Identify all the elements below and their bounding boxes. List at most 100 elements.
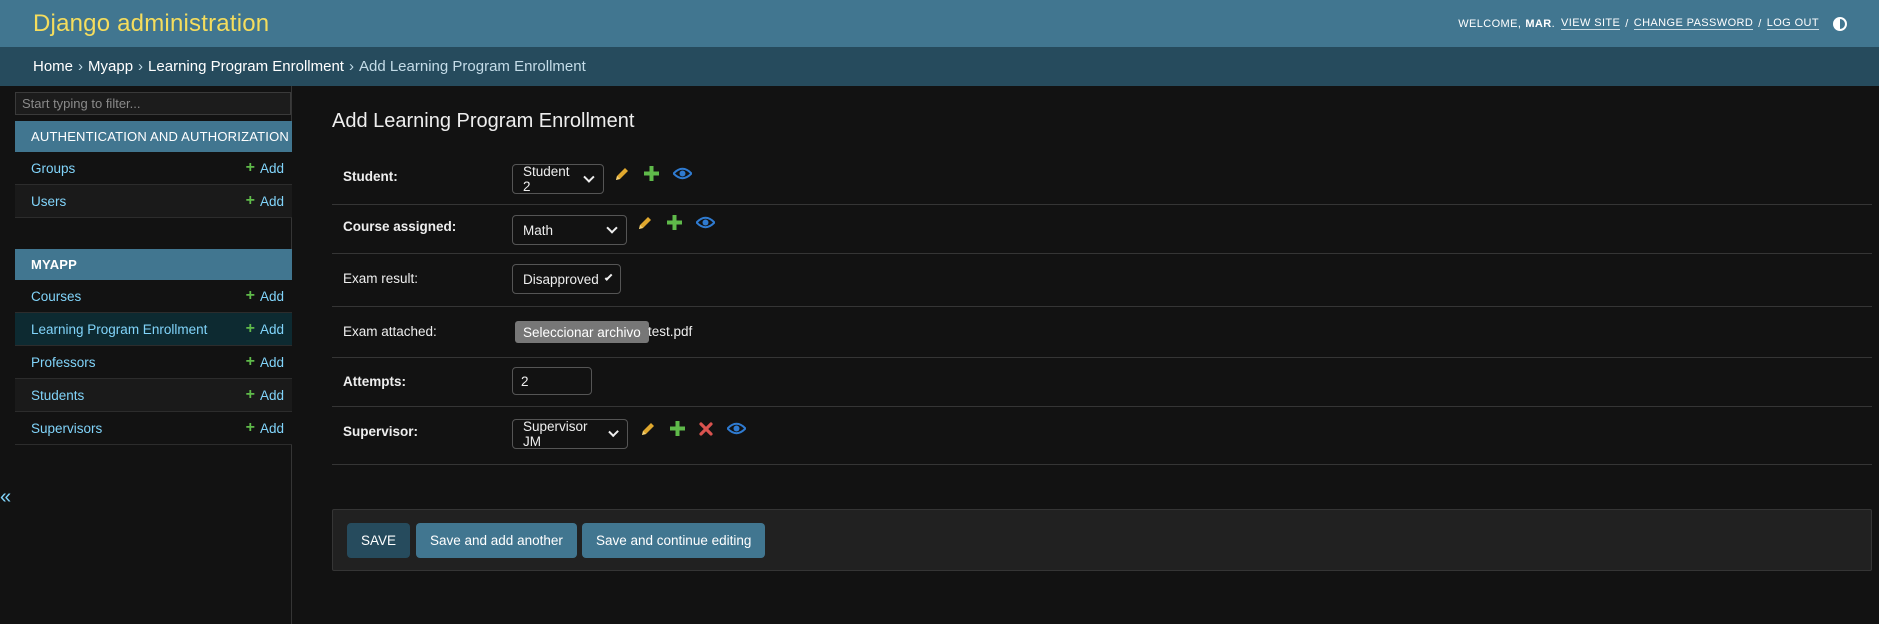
view-site-link[interactable]: View site: [1561, 17, 1621, 30]
field-label: Student:: [343, 169, 398, 184]
add-link[interactable]: + Add: [246, 160, 284, 176]
breadcrumb-current: Add Learning Program Enrollment: [358, 58, 586, 75]
sidebar-item-groups: Groups + Add: [15, 152, 292, 185]
sidebar-item-learning-program-enrollment: Learning Program Enrollment + Add: [15, 313, 292, 346]
plus-icon: +: [245, 353, 255, 370]
form-row-exam-attached: Exam attached: Seleccionar archivo test.…: [332, 307, 1872, 358]
add-link[interactable]: + Add: [246, 288, 284, 304]
add-link[interactable]: + Add: [246, 193, 284, 209]
add-label: Add: [259, 160, 284, 176]
separator: /: [1758, 17, 1762, 30]
eye-icon[interactable]: [726, 422, 747, 438]
log-out-link[interactable]: Log out: [1766, 17, 1819, 30]
student-select[interactable]: Student 2: [512, 164, 604, 194]
save-and-continue-editing-button[interactable]: Save and continue editing: [582, 523, 766, 558]
select-value: Student 2: [523, 164, 570, 194]
field-label: Exam attached:: [343, 324, 437, 339]
select-value: Supervisor JM: [523, 419, 588, 449]
select-value: Disapproved: [523, 271, 599, 287]
breadcrumb-home[interactable]: Home: [33, 58, 73, 75]
x-icon[interactable]: [699, 421, 713, 439]
file-chooser-button[interactable]: Seleccionar archivo: [515, 321, 649, 343]
sidebar-item-label[interactable]: Courses: [31, 289, 81, 304]
module-myapp: Myapp Courses + Add Learning Program Enro…: [15, 249, 292, 445]
breadcrumb-separator: ›: [78, 58, 84, 75]
nav-sidebar: Authentication and Authorization Groups …: [15, 86, 292, 624]
plus-icon[interactable]: [670, 421, 685, 439]
field-label: Exam result:: [343, 271, 419, 286]
sidebar-item-label[interactable]: Professors: [31, 355, 96, 370]
pencil-icon[interactable]: [640, 421, 656, 440]
welcome-text: Welcome,: [1458, 17, 1522, 30]
sidebar-item-label[interactable]: Users: [31, 194, 66, 209]
plus-icon[interactable]: [667, 215, 682, 233]
chevron-down-icon: [607, 426, 619, 438]
breadcrumb-separator: ›: [138, 58, 144, 75]
module-caption-label: Myapp: [31, 257, 78, 272]
add-label: Add: [259, 387, 284, 403]
save-and-add-another-button[interactable]: Save and add another: [416, 523, 577, 558]
user-tools: Welcome, mar . View site / Change passwo…: [1458, 16, 1847, 31]
add-link[interactable]: + Add: [246, 420, 284, 436]
sidebar-item-label[interactable]: Students: [31, 388, 84, 403]
submit-row: SAVE Save and add another Save and conti…: [332, 509, 1872, 571]
module-caption[interactable]: Myapp: [15, 249, 292, 280]
exam-result-select[interactable]: Disapproved: [512, 264, 621, 294]
add-label: Add: [259, 354, 284, 370]
file-name: test.pdf: [648, 324, 693, 339]
field-label: Supervisor:: [343, 424, 419, 439]
breadcrumb-model[interactable]: Learning Program Enrollment: [148, 58, 344, 75]
separator: /: [1625, 17, 1629, 30]
nav-filter-input[interactable]: [15, 92, 291, 115]
form-row-course: Course assigned: Math: [332, 205, 1872, 254]
plus-icon: +: [245, 287, 255, 304]
header: Django administration Welcome, mar . Vie…: [0, 0, 1879, 47]
module-auth: Authentication and Authorization Groups …: [15, 121, 292, 218]
breadcrumb-separator: ›: [348, 58, 354, 75]
add-link[interactable]: + Add: [246, 387, 284, 403]
theme-toggle-icon[interactable]: [1833, 16, 1847, 31]
sidebar-item-supervisors: Supervisors + Add: [15, 412, 292, 445]
plus-icon: +: [245, 159, 255, 176]
site-branding[interactable]: Django administration: [33, 10, 269, 38]
form-row-supervisor: Supervisor: Supervisor JM: [332, 407, 1872, 465]
pencil-icon[interactable]: [637, 215, 653, 234]
form-row-exam-result: Exam result: Disapproved: [332, 254, 1872, 307]
select-value: Math: [523, 222, 554, 238]
save-button[interactable]: SAVE: [347, 523, 411, 558]
sidebar-item-users: Users + Add: [15, 185, 292, 218]
add-label: Add: [259, 288, 284, 304]
add-label: Add: [259, 321, 284, 337]
add-link[interactable]: + Add: [246, 321, 284, 337]
welcome-suffix: .: [1551, 17, 1556, 30]
attempts-input[interactable]: 2: [512, 367, 592, 395]
sidebar-item-courses: Courses + Add: [15, 280, 292, 313]
chevron-down-icon: [583, 171, 595, 183]
chevron-down-icon: [604, 273, 613, 281]
plus-icon[interactable]: [644, 166, 659, 184]
breadcrumb-app[interactable]: Myapp: [88, 58, 133, 75]
eye-icon[interactable]: [672, 167, 693, 183]
plus-icon: +: [245, 386, 255, 403]
add-label: Add: [259, 193, 284, 209]
plus-icon: +: [245, 320, 255, 337]
pencil-icon[interactable]: [614, 166, 630, 185]
module-caption[interactable]: Authentication and Authorization: [15, 121, 292, 152]
supervisor-select[interactable]: Supervisor JM: [512, 419, 628, 449]
field-label: Attempts:: [343, 374, 406, 389]
sidebar-item-label[interactable]: Learning Program Enrollment: [31, 322, 207, 337]
breadcrumb: Home › Myapp › Learning Program Enrollme…: [0, 47, 1879, 86]
sidebar-item-label[interactable]: Supervisors: [31, 421, 102, 436]
nav-sidebar-toggle[interactable]: «: [0, 486, 12, 509]
eye-icon[interactable]: [695, 216, 716, 232]
course-select[interactable]: Math: [512, 215, 627, 245]
change-password-link[interactable]: Change password: [1633, 17, 1754, 30]
form-row-student: Student: Student 2: [332, 146, 1872, 205]
add-label: Add: [259, 420, 284, 436]
sidebar-item-label[interactable]: Groups: [31, 161, 75, 176]
plus-icon: +: [245, 192, 255, 209]
related-widget-actions: [614, 160, 693, 190]
main-content: Add Learning Program Enrollment Student:…: [332, 86, 1872, 624]
page-title: Add Learning Program Enrollment: [332, 110, 635, 132]
add-link[interactable]: + Add: [246, 354, 284, 370]
